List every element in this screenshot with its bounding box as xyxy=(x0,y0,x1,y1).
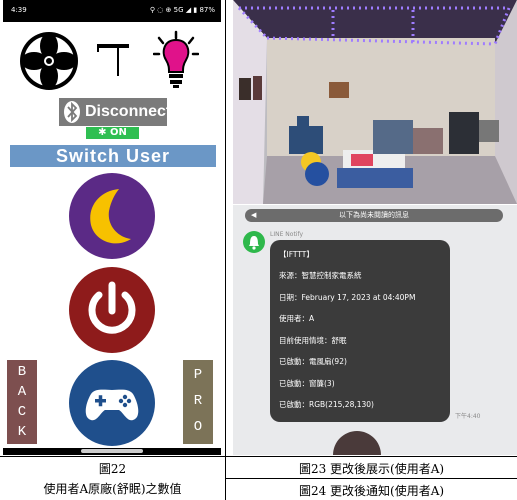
room-demo-photo xyxy=(233,0,517,204)
line-notify-avatar[interactable] xyxy=(243,231,265,253)
message-time: 下午4:40 xyxy=(455,413,481,420)
figure-22-title: 圖22 xyxy=(98,462,127,476)
power-button[interactable] xyxy=(69,267,155,353)
status-icons: ⚲ ◌ ⊕ 5G ◢ ▮ 87% xyxy=(149,6,215,14)
caption-rule xyxy=(0,456,517,457)
bluetooth-state: ON xyxy=(110,127,127,138)
disconnect-label: Disconnect xyxy=(85,103,172,120)
switch-user-button[interactable]: Switch User xyxy=(10,145,216,167)
figure-23-caption: 圖23 更改後展示(使用者A) xyxy=(298,462,445,476)
status-bar: 4:39 ⚲ ◌ ⊕ 5G ◢ ▮ 87% xyxy=(3,0,221,22)
lightbulb-icon[interactable] xyxy=(153,30,199,90)
fan-icon[interactable] xyxy=(17,30,81,92)
unread-banner: ◀ 以下為尚未閱讀的訊息 xyxy=(245,209,503,222)
divider xyxy=(225,0,226,500)
back-label: BACK xyxy=(17,364,27,440)
message-bubble: 【IFTTT】 來源：智慧控制家電系統 日期：February 17, 2023… xyxy=(270,240,450,422)
close-icon[interactable]: ◀ xyxy=(251,209,256,222)
figure-22-caption: 使用者A原廠(舒眠)之數值 xyxy=(43,482,182,496)
message-line: 日期：February 17, 2023 at 04:40PM xyxy=(279,293,416,302)
message-line: 來源：智慧控制家電系統 xyxy=(279,271,362,280)
message-line: 已啟動：窗簾(3) xyxy=(279,379,335,388)
sleep-mode-button[interactable] xyxy=(69,173,155,259)
pro-button[interactable]: PRO xyxy=(183,360,213,444)
gamepad-button[interactable] xyxy=(69,360,155,446)
nav-bar xyxy=(3,448,221,455)
figure-24-caption: 圖24 更改後通知(使用者A) xyxy=(298,484,445,498)
message-line: 【IFTTT】 xyxy=(279,250,314,259)
sender-name: LINE Notify xyxy=(270,231,304,238)
status-time: 4:39 xyxy=(11,6,27,14)
bluetooth-status-badge: ✱ ON xyxy=(86,127,139,139)
unread-banner-text: 以下為尚未閱讀的訊息 xyxy=(339,211,409,219)
home-indicator[interactable] xyxy=(81,449,143,453)
curtain-icon[interactable] xyxy=(95,42,131,78)
message-line: 使用者：A xyxy=(279,314,315,323)
message-line: 已啟動：電風扇(92) xyxy=(279,357,347,366)
message-line: 目前使用情境：舒眠 xyxy=(279,336,347,345)
bluetooth-small-icon: ✱ xyxy=(98,127,110,138)
back-button[interactable]: BACK xyxy=(7,360,37,444)
partial-avatar xyxy=(333,431,381,455)
power-icon xyxy=(88,281,136,334)
moon-icon xyxy=(90,189,131,244)
message-line: 已啟動：RGB(215,28,130) xyxy=(279,400,374,409)
caption-rule xyxy=(226,478,517,479)
pro-label: PRO xyxy=(193,367,203,435)
bluetooth-icon xyxy=(64,101,80,123)
gamepad-icon xyxy=(85,389,139,421)
bluetooth-disconnect-button[interactable]: Disconnect xyxy=(59,98,171,126)
line-notify-chat: ◀ 以下為尚未閱讀的訊息 LINE Notify 【IFTTT】 來源：智慧控制… xyxy=(233,205,517,455)
phone-screen: 4:39 ⚲ ◌ ⊕ 5G ◢ ▮ 87% Disconnect ✱ ON Sw… xyxy=(3,0,221,455)
